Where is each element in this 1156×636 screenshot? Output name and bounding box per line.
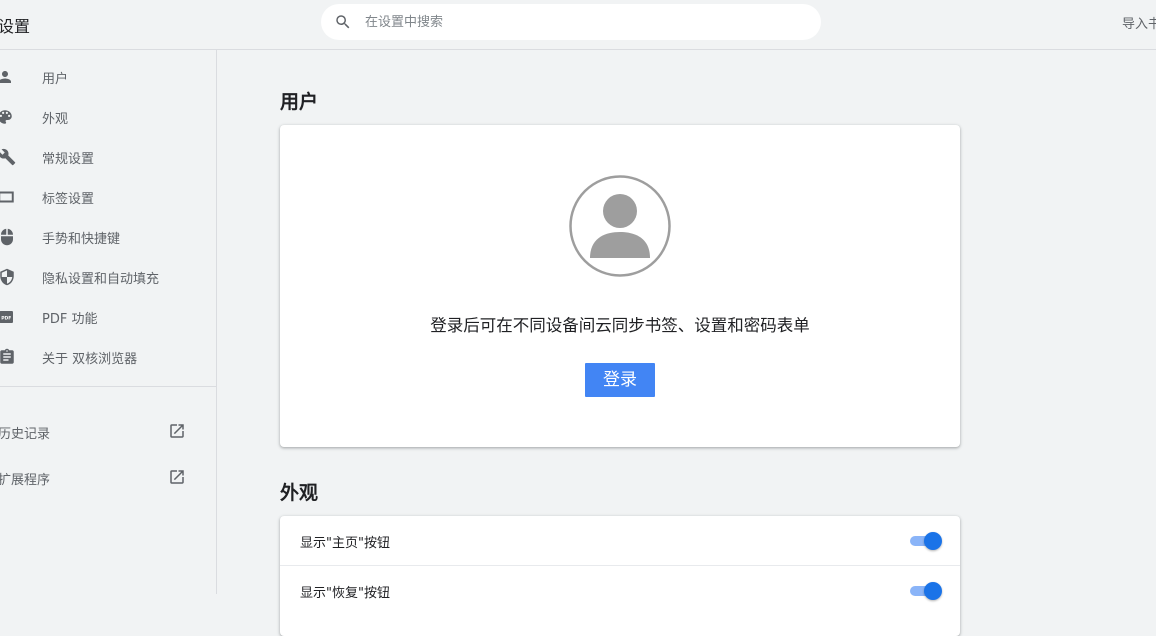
sidebar-item-about[interactable]: 关于 双核浏览器 bbox=[0, 337, 216, 377]
sidebar-item-gestures[interactable]: 手势和快捷键 bbox=[0, 217, 216, 257]
sidebar-item-label: 隐私设置和自动填充 bbox=[42, 272, 160, 287]
search-input[interactable] bbox=[365, 4, 805, 40]
sidebar-item-user[interactable]: 用户 bbox=[0, 57, 216, 97]
sidebar-item-label: 关于 双核浏览器 bbox=[42, 352, 138, 367]
sidebar-item-tabs[interactable]: 标签设置 bbox=[0, 177, 216, 217]
open-in-new-icon bbox=[170, 424, 184, 438]
pdf-icon: PDF bbox=[0, 311, 13, 323]
sidebar-item-label: 外观 bbox=[42, 112, 69, 127]
sidebar-item-appearance[interactable]: 外观 bbox=[0, 97, 216, 137]
sidebar-item-label: 历史记录 bbox=[0, 427, 51, 442]
section-title-appearance: 外观 bbox=[280, 482, 319, 504]
clipboard-icon bbox=[0, 348, 14, 364]
search-icon bbox=[336, 15, 350, 29]
shield-icon bbox=[0, 268, 14, 286]
wrench-icon bbox=[0, 148, 16, 166]
toggle-knob bbox=[924, 582, 942, 600]
sidebar-item-privacy[interactable]: 隐私设置和自动填充 bbox=[0, 257, 216, 297]
setting-row-home-button: 显示"主页"按钮 bbox=[280, 516, 960, 565]
sidebar-item-label: 常规设置 bbox=[42, 152, 95, 167]
sidebar-divider bbox=[0, 386, 216, 387]
person-icon bbox=[0, 71, 11, 83]
setting-row-restore-button: 显示"恢复"按钮 bbox=[280, 565, 960, 615]
section-title-user: 用户 bbox=[280, 91, 319, 113]
avatar-icon bbox=[569, 175, 671, 277]
sidebar-item-general[interactable]: 常规设置 bbox=[0, 137, 216, 177]
sidebar-item-label: 标签设置 bbox=[42, 192, 95, 207]
appearance-card: 显示"主页"按钮 显示"恢复"按钮 bbox=[280, 516, 960, 636]
sidebar-item-pdf[interactable]: PDF PDF 功能 bbox=[0, 297, 216, 337]
setting-label: 显示"主页"按钮 bbox=[300, 536, 390, 551]
sidebar-item-extensions[interactable]: 扩展程序 bbox=[0, 458, 216, 498]
setting-label: 显示"恢复"按钮 bbox=[300, 586, 390, 601]
restore-button-toggle[interactable] bbox=[908, 582, 942, 600]
sidebar-item-label: 用户 bbox=[42, 72, 69, 87]
top-bar: 设置 导入书 bbox=[0, 0, 1156, 50]
mouse-icon bbox=[1, 228, 13, 246]
sidebar-item-label: 手势和快捷键 bbox=[42, 232, 121, 247]
user-card: 登录后可在不同设备间云同步书签、设置和密码表单 登录 bbox=[280, 125, 960, 447]
home-button-toggle[interactable] bbox=[908, 532, 942, 550]
sidebar-item-label: 扩展程序 bbox=[0, 473, 51, 488]
signin-description: 登录后可在不同设备间云同步书签、设置和密码表单 bbox=[430, 316, 810, 335]
page-title: 设置 bbox=[0, 17, 31, 36]
tab-icon bbox=[0, 191, 14, 203]
sidebar-item-label: PDF 功能 bbox=[42, 312, 98, 327]
main-content: 用户 登录后可在不同设备间云同步书签、设置和密码表单 登录 外观 显示"主页"按… bbox=[217, 50, 1156, 636]
palette-icon bbox=[0, 110, 12, 124]
signin-button[interactable]: 登录 bbox=[585, 363, 655, 397]
search-box[interactable] bbox=[321, 4, 821, 40]
sidebar: 用户 外观 常规设置 标签设置 手势和快捷键 隐私设置和自动填充 PDF PDF… bbox=[0, 50, 217, 594]
svg-text:PDF: PDF bbox=[1, 315, 11, 321]
open-in-new-icon bbox=[170, 470, 184, 484]
toggle-knob bbox=[924, 532, 942, 550]
sidebar-item-history[interactable]: 历史记录 bbox=[0, 412, 216, 452]
import-bookmarks-link[interactable]: 导入书 bbox=[1122, 13, 1156, 32]
